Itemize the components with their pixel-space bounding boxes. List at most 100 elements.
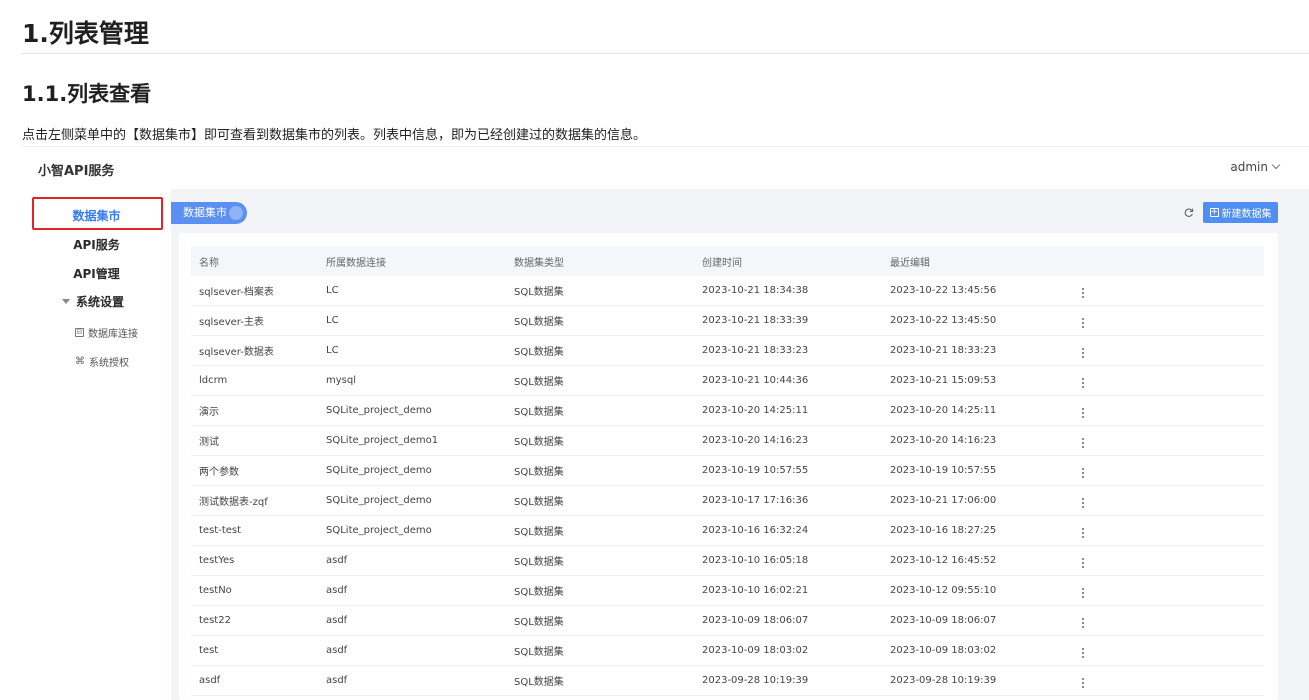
header-connection: 所属数据连接 [326, 257, 386, 269]
user-menu[interactable]: admin [1230, 160, 1281, 174]
row-actions [1078, 282, 1138, 300]
cell-edited: 2023-10-20 14:16:23 [890, 435, 997, 446]
table-row[interactable]: test22 asdf SQL数据集 2023-10-09 18:06:07 2023-… [191, 606, 1264, 636]
table-row[interactable]: ldcrm mysql SQL数据集 2023-10-21 10:44:36 2023-… [191, 366, 1264, 396]
cell-edited: 2023-10-09 18:03:02 [890, 645, 997, 656]
more-vertical-icon[interactable] [1078, 346, 1088, 360]
table-row[interactable]: 演示 SQLite_project_demo SQL数据集 2023-10-20 14… [191, 396, 1264, 426]
cell-name: sqlsever-主表 [199, 317, 264, 328]
more-vertical-icon[interactable] [1078, 406, 1088, 420]
table-row[interactable]: 两个参数 SQLite_project_demo SQL数据集 2023-10-19 … [191, 456, 1264, 486]
cell-type: SQL数据集 [514, 287, 564, 298]
table-row[interactable]: asdf asdf SQL数据集 2023-09-28 10:19:39 2023-09… [191, 666, 1264, 696]
more-vertical-icon[interactable] [1078, 556, 1088, 570]
cell-edited: 2023-10-21 17:06:00 [890, 495, 997, 506]
table-row[interactable]: sqlsever-数据表 LC SQL数据集 2023-10-21 18:33:23 2… [191, 336, 1264, 366]
cell-name: 两个参数 [199, 467, 239, 478]
cell-edited: 2023-10-21 15:09:53 [890, 375, 997, 386]
cell-type: SQL数据集 [514, 377, 564, 388]
sidebar-item-data-market[interactable]: 数据集市 [22, 207, 171, 224]
main-content: 数据集市 + 新建数据集 名称 所属数据连接 数据集类型 创建时间 最近编辑 s… [171, 189, 1309, 700]
header-edited: 最近编辑 [890, 257, 930, 269]
cell-name: sqlsever-档案表 [199, 287, 274, 298]
table-row[interactable]: test-test SQLite_project_demo SQL数据集 2023-1… [191, 516, 1264, 546]
cell-edited: 2023-10-09 18:06:07 [890, 615, 997, 626]
refresh-button[interactable] [1180, 204, 1196, 220]
sidebar-item-api-service[interactable]: API服务 [22, 236, 171, 253]
database-icon: ⊟ [75, 328, 84, 337]
cell-type: SQL数据集 [514, 437, 564, 448]
sidebar-group-system-settings[interactable]: 系统设置 [62, 293, 124, 310]
sidebar-subitem-db-connection[interactable]: ⊟ 数据库连接 [75, 325, 138, 340]
sidebar-item-api-management[interactable]: API管理 [22, 265, 171, 282]
cell-created: 2023-10-16 16:32:24 [702, 525, 809, 536]
cell-type: SQL数据集 [514, 557, 564, 568]
table-row[interactable]: 测试 SQLite_project_demo1 SQL数据集 2023-10-20 1… [191, 426, 1264, 456]
sidebar-subitem-label: 数据库连接 [88, 329, 138, 340]
header-created: 创建时间 [702, 257, 742, 269]
cell-created: 2023-10-09 18:06:07 [702, 615, 809, 626]
cell-name: 测试 [199, 437, 219, 448]
sidebar-subitem-label: 系统授权 [89, 358, 129, 369]
more-vertical-icon[interactable] [1078, 526, 1088, 540]
cell-connection: asdf [326, 645, 348, 656]
more-vertical-icon[interactable] [1078, 286, 1088, 300]
cell-type: SQL数据集 [514, 677, 564, 688]
more-vertical-icon[interactable] [1078, 676, 1088, 690]
cell-created: 2023-10-21 18:34:38 [702, 285, 809, 296]
cell-type: SQL数据集 [514, 527, 564, 538]
doc-heading-1: 1.列表管理 [22, 19, 149, 48]
cell-type: SQL数据集 [514, 587, 564, 598]
new-dataset-button[interactable]: + 新建数据集 [1203, 202, 1278, 223]
table-row[interactable]: testYes asdf SQL数据集 2023-10-10 16:05:18 2023… [191, 546, 1264, 576]
cell-name: test22 [199, 615, 231, 626]
cell-type: SQL数据集 [514, 497, 564, 508]
cell-name: test-test [199, 525, 242, 536]
cell-created: 2023-10-19 10:57:55 [702, 465, 809, 476]
more-vertical-icon[interactable] [1078, 376, 1088, 390]
row-actions [1078, 642, 1138, 660]
row-actions [1078, 372, 1138, 390]
more-vertical-icon[interactable] [1078, 316, 1088, 330]
cell-created: 2023-10-20 14:16:23 [702, 435, 809, 446]
table-row[interactable]: 测试数据表-zqf SQLite_project_demo SQL数据集 2023-1… [191, 486, 1264, 516]
cell-name: 测试数据表-zqf [199, 497, 268, 508]
brand-title: 小智API服务 [38, 164, 115, 179]
more-vertical-icon[interactable] [1078, 466, 1088, 480]
more-vertical-icon[interactable] [1078, 646, 1088, 660]
table-row[interactable]: sqlsever-档案表 LC SQL数据集 2023-10-21 18:34:38 2… [191, 276, 1264, 306]
table-row[interactable]: sqlsever-主表 LC SQL数据集 2023-10-21 18:33:39 20… [191, 306, 1264, 336]
row-actions [1078, 612, 1138, 630]
doc-paragraph: 点击左侧菜单中的【数据集市】即可查看到数据集市的列表。列表中信息，即为已经创建过… [22, 128, 647, 143]
table-header: 名称 所属数据连接 数据集类型 创建时间 最近编辑 [191, 246, 1264, 276]
cell-created: 2023-10-21 18:33:23 [702, 345, 809, 356]
cell-created: 2023-10-20 14:25:11 [702, 405, 809, 416]
cell-created: 2023-10-09 18:03:02 [702, 645, 809, 656]
row-actions [1078, 432, 1138, 450]
row-actions [1078, 342, 1138, 360]
new-dataset-label: 新建数据集 [1221, 209, 1272, 220]
app-header: 小智API服务 admin [22, 147, 1309, 189]
cell-type: SQL数据集 [514, 617, 564, 628]
user-name: admin [1230, 160, 1268, 174]
cell-connection: asdf [326, 675, 348, 686]
cell-edited: 2023-10-12 09:55:10 [890, 585, 997, 596]
command-icon: ⌘ [75, 356, 85, 367]
table-body: sqlsever-档案表 LC SQL数据集 2023-10-21 18:34:38 2… [191, 276, 1264, 696]
dataset-table: 名称 所属数据连接 数据集类型 创建时间 最近编辑 sqlsever-档案表 LC… [191, 246, 1264, 696]
cell-name: 演示 [199, 407, 219, 418]
more-vertical-icon[interactable] [1078, 616, 1088, 630]
table-row[interactable]: testNo asdf SQL数据集 2023-10-10 16:02:21 2023-… [191, 576, 1264, 606]
header-name: 名称 [199, 257, 219, 269]
cell-type: SQL数据集 [514, 647, 564, 658]
row-actions [1078, 672, 1138, 690]
cell-connection: asdf [326, 555, 348, 566]
sidebar-subitem-system-auth[interactable]: ⌘ 系统授权 [75, 354, 129, 369]
cell-edited: 2023-10-21 18:33:23 [890, 345, 997, 356]
more-vertical-icon[interactable] [1078, 586, 1088, 600]
cell-name: test [199, 645, 219, 656]
more-vertical-icon[interactable] [1078, 496, 1088, 510]
table-row[interactable]: test asdf SQL数据集 2023-10-09 18:03:02 2023-10… [191, 636, 1264, 666]
tab-data-market[interactable]: 数据集市 [171, 202, 247, 224]
more-vertical-icon[interactable] [1078, 436, 1088, 450]
